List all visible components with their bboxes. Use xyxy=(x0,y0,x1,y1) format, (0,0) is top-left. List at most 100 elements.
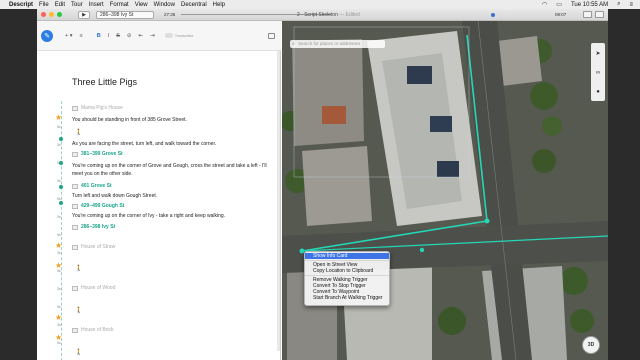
indent-icon[interactable]: ⇤ xyxy=(139,33,144,39)
document-title: 2 - Script Skeleton — Edited xyxy=(297,12,360,18)
waypoint-thumbnail-icon xyxy=(72,183,78,189)
editor-scrollbar[interactable] xyxy=(277,51,280,351)
waypoint-item[interactable]: House of Straw xyxy=(72,244,115,250)
star-marker-icon[interactable]: ★ xyxy=(55,113,62,122)
minimize-button[interactable] xyxy=(49,12,54,17)
waypoint-label: 381–399 Grove St xyxy=(81,151,123,157)
search-icon[interactable]: ⌕ xyxy=(617,1,620,8)
waypoint-thumbnail-icon xyxy=(72,105,78,111)
waypoint-item[interactable]: 429–499 Gough St xyxy=(72,203,124,209)
waypoint-item[interactable]: 286–398 Ivy St xyxy=(72,224,115,230)
waypoint-item[interactable]: House of Brick xyxy=(72,327,114,333)
menu-tour[interactable]: Tour xyxy=(71,2,83,8)
mac-menubar: Descript File Edit Tour Insert Format Vi… xyxy=(0,0,640,9)
script-text-line: meet you on the other side. xyxy=(72,171,133,177)
scene-select[interactable]: 286–398 Ivy St xyxy=(96,10,154,19)
waypoint-item[interactable]: 401 Grove St xyxy=(72,183,112,189)
script-text-line: You're coming up on the corner of Ivy - … xyxy=(72,213,226,219)
pen-icon[interactable]: ✎ xyxy=(41,29,53,42)
location-arrow-icon[interactable]: ➤ xyxy=(595,50,600,57)
menu-view[interactable]: View xyxy=(135,2,148,8)
map-view[interactable]: Search for places or addresses ➤ ∞ ● 3D xyxy=(282,21,608,360)
link-icon[interactable]: ⊘ xyxy=(127,33,132,39)
menu-help[interactable]: Help xyxy=(213,2,225,8)
walking-trigger-icon[interactable]: 🚶 xyxy=(75,349,82,356)
timeline-gutter: ★★★★★5s3s5s3s5s3s5s3s5s3s5s3s5s xyxy=(51,101,71,360)
waypoint-thumbnail-icon xyxy=(72,151,78,157)
comment-icon[interactable] xyxy=(268,32,275,39)
duration-tag: 3s xyxy=(57,215,61,219)
menu-file[interactable]: File xyxy=(39,2,49,8)
strike-button[interactable]: S xyxy=(116,33,120,39)
menu-decentral[interactable]: Decentral xyxy=(181,2,207,8)
add-icon[interactable]: + ▾ xyxy=(65,33,73,39)
traffic-lights xyxy=(41,12,62,17)
menu-app-name[interactable]: Descript xyxy=(9,2,33,8)
compass-3d-button[interactable]: 3D xyxy=(582,336,600,354)
duration-tag: 3s xyxy=(57,179,61,183)
waypoint-marker-dot[interactable] xyxy=(59,201,63,205)
duration-tag: 3s xyxy=(57,143,61,147)
duration-tag: 5s xyxy=(57,269,61,273)
waypoint-marker-dot[interactable] xyxy=(59,185,63,189)
context-menu-item[interactable]: Show Info Card xyxy=(305,253,389,259)
bold-button[interactable]: B xyxy=(97,33,101,39)
walking-trigger-icon[interactable]: 🚶 xyxy=(75,307,82,314)
waypoint-item[interactable]: 381–399 Grove St xyxy=(72,151,123,157)
waypoint-marker-dot[interactable] xyxy=(59,137,63,141)
volume-knob[interactable] xyxy=(491,13,495,17)
toggle-switch[interactable] xyxy=(164,33,173,38)
menu-insert[interactable]: Insert xyxy=(89,2,104,8)
waypoint-thumbnail-icon xyxy=(72,285,78,291)
sidebar-toggle-icon[interactable] xyxy=(583,11,592,18)
link-icon[interactable]: ∞ xyxy=(596,70,600,76)
menu-separator xyxy=(305,260,389,261)
walking-trigger-icon[interactable]: 🚶 xyxy=(75,129,82,136)
transcribe-toggle[interactable]: Transcribe xyxy=(164,33,194,38)
panel-toggle-icon[interactable] xyxy=(595,11,604,18)
list-icon[interactable]: ≡ xyxy=(629,2,633,8)
script-text-line: You're coming up on the corner of Grove … xyxy=(72,163,267,169)
waypoint-marker-dot[interactable] xyxy=(59,161,63,165)
menu-window[interactable]: Window xyxy=(154,2,175,8)
duration-tag: 5s xyxy=(57,233,61,237)
outdent-icon[interactable]: ⇥ xyxy=(150,33,155,39)
star-marker-icon[interactable]: ★ xyxy=(55,241,62,250)
map-controls: ➤ ∞ ● xyxy=(591,43,605,101)
play-button[interactable]: ▶ xyxy=(78,10,90,19)
waypoint-label: House of Straw xyxy=(81,244,116,250)
star-marker-icon[interactable]: ★ xyxy=(55,313,62,322)
pin-icon[interactable]: ● xyxy=(596,89,600,95)
zoom-button[interactable] xyxy=(57,12,62,17)
waypoint-thumbnail-icon xyxy=(72,327,78,333)
menu-separator xyxy=(305,275,389,276)
walking-trigger-icon[interactable]: 🚶 xyxy=(75,265,82,272)
list-menu-icon[interactable]: ≡ xyxy=(80,33,83,39)
waypoint-thumbnail-icon xyxy=(72,224,78,230)
wifi-icon[interactable]: ◠ xyxy=(542,1,547,8)
waypoint-label: House of Brick xyxy=(81,327,114,333)
script-text-line: You should be standing in front of 385 G… xyxy=(72,117,187,123)
time-end: 08:07 xyxy=(555,12,567,17)
duration-tag: 5s xyxy=(57,305,61,309)
script-text-line: As you are facing the street, turn left,… xyxy=(72,141,217,147)
waypoint-item[interactable]: Mama Pig's House xyxy=(72,105,123,111)
context-menu: Show Info Card Open in Street View Copy Lo… xyxy=(304,251,390,306)
edited-indicator: — Edited xyxy=(339,11,360,18)
clock[interactable]: Tue 10:55 AM xyxy=(571,2,608,8)
duration-tag: 5s xyxy=(57,341,61,345)
document-heading: Three Little Pigs xyxy=(72,77,138,87)
duration-tag: 5s xyxy=(57,125,61,129)
waypoint-item[interactable]: House of Wood xyxy=(72,285,115,291)
menu-format[interactable]: Format xyxy=(110,2,129,8)
context-menu-item[interactable]: Copy Location to Clipboard xyxy=(305,268,389,274)
app-window: ▶ 286–398 Ivy St 27:36 2 - Script Skelet… xyxy=(37,9,608,360)
battery-icon[interactable]: ▭ xyxy=(556,1,562,8)
menu-edit[interactable]: Edit xyxy=(55,2,65,8)
format-toolbar: ✎ + ▾ ≡ B I S ⊘ ⇤ ⇥ Transcribe xyxy=(37,21,281,51)
waypoint-label: House of Wood xyxy=(81,285,116,291)
context-menu-item[interactable]: Start Branch At Walking Trigger xyxy=(305,295,389,301)
italic-button[interactable]: I xyxy=(108,33,110,39)
map-search-input[interactable]: Search for places or addresses xyxy=(290,40,385,48)
close-button[interactable] xyxy=(41,12,46,17)
